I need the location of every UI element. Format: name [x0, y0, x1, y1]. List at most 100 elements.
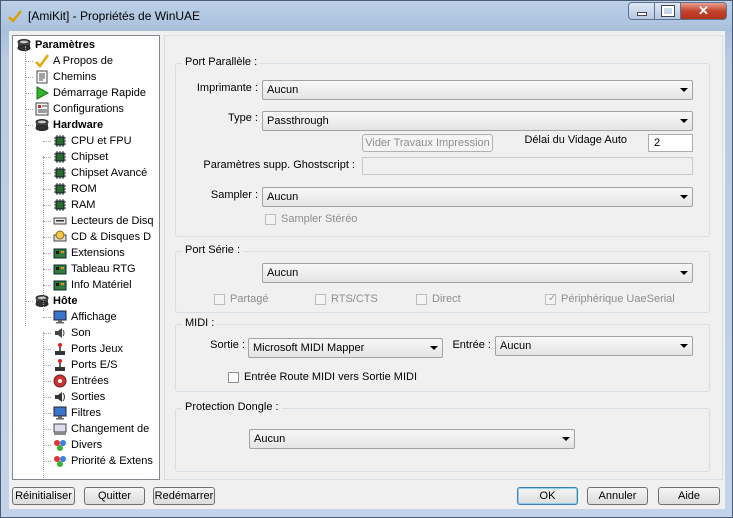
- tree-item-ram[interactable]: RAM: [53, 197, 95, 213]
- ok-button[interactable]: OK: [517, 487, 578, 505]
- tree-item-chemins[interactable]: Chemins: [35, 69, 96, 85]
- tree-item-cpu-et-fpu[interactable]: CPU et FPU: [53, 133, 132, 149]
- tree-item-label: Filtres: [71, 407, 101, 419]
- close-icon: ✕: [698, 3, 709, 18]
- tree-item-divers[interactable]: Divers: [53, 437, 102, 453]
- rts-cts-checkbox[interactable]: RTS/CTS: [315, 293, 378, 305]
- midi-out-select[interactable]: Microsoft MIDI Mapper: [248, 338, 443, 358]
- tree-root-parametres[interactable]: Paramètres: [17, 37, 95, 53]
- cd-drive-icon: [53, 230, 67, 244]
- type-select[interactable]: Passthrough: [262, 111, 693, 131]
- tree-connector: [43, 237, 51, 238]
- tree-item-tableau-rtg[interactable]: Tableau RTG: [53, 261, 136, 277]
- printer-select[interactable]: Aucun: [262, 80, 693, 100]
- serial-port-select[interactable]: Aucun: [262, 263, 693, 283]
- tree-item-ports-e-s[interactable]: Ports E/S: [53, 357, 117, 373]
- tree-item-sorties[interactable]: Sorties: [53, 389, 105, 405]
- tree-item-chipset[interactable]: Chipset: [53, 149, 108, 165]
- monitor-icon: [53, 310, 67, 324]
- tree-connector: [43, 285, 51, 286]
- restart-button[interactable]: Redémarrer: [153, 487, 215, 505]
- type-label: Type :: [228, 112, 258, 124]
- uae-serial-checkbox[interactable]: ✓ Périphérique UaeSerial: [545, 293, 675, 305]
- tree-item-info-materiel[interactable]: Info Matériel: [53, 277, 132, 293]
- direct-checkbox[interactable]: Direct: [416, 293, 461, 305]
- tree-item-label: A Propos de: [53, 55, 113, 67]
- maximize-button[interactable]: [655, 2, 681, 20]
- tree-item-lecteurs-de-disq[interactable]: Lecteurs de Disq: [53, 213, 154, 229]
- sampler-stereo-label: Sampler Stéréo: [281, 213, 358, 225]
- midi-in-select-value: Aucun: [500, 340, 532, 352]
- tree-item-demarrage-rapide[interactable]: Démarrage Rapide: [35, 85, 146, 101]
- checkbox-box: [265, 213, 276, 225]
- ghostscript-input[interactable]: [362, 157, 693, 175]
- checkbox-box: [315, 293, 326, 305]
- tree-item-label: ROM: [71, 183, 97, 195]
- dongle-select-value: Aucun: [254, 433, 286, 445]
- tree-item-changement-de[interactable]: Changement de: [53, 421, 149, 437]
- misc-icon: [53, 438, 67, 452]
- tree-connector: [43, 189, 51, 190]
- sampler-select[interactable]: Aucun: [262, 187, 693, 207]
- play-icon: [35, 86, 50, 100]
- output-icon: [53, 390, 67, 404]
- flush-jobs-button[interactable]: Vider Travaux Impression: [362, 134, 493, 152]
- tree-item-label: Ports Jeux: [71, 343, 123, 355]
- chevron-down-icon: [680, 344, 688, 348]
- disk-icon: [35, 118, 49, 132]
- close-button[interactable]: ✕: [681, 2, 727, 20]
- midi-in-label: Entrée :: [452, 339, 491, 351]
- tree-item-ports-jeux[interactable]: Ports Jeux: [53, 341, 123, 357]
- tree-item-hardware[interactable]: Hardware: [35, 117, 103, 133]
- quit-button[interactable]: Quitter: [84, 487, 145, 505]
- disk-icon: [17, 38, 31, 52]
- tree-item-extensions[interactable]: Extensions: [53, 245, 125, 261]
- tree-connector: [43, 157, 51, 158]
- tree-item-label: Configurations: [53, 103, 124, 115]
- tree-connector: [43, 349, 51, 350]
- reset-button[interactable]: Réinitialiser: [12, 487, 75, 505]
- tree-item-hote[interactable]: Hôte: [35, 293, 77, 309]
- tree-item-label: Chipset: [71, 151, 109, 163]
- tree-item-chipset-avance[interactable]: Chipset Avancé: [53, 165, 147, 181]
- tree-item-affichage[interactable]: Affichage: [53, 309, 117, 325]
- minimize-button[interactable]: [628, 2, 655, 20]
- tree-connector: [25, 301, 33, 302]
- title-bar[interactable]: [AmiKit] - Propriétés de WinUAE ✕: [1, 1, 732, 31]
- tree-item-label: Chemins: [53, 71, 97, 83]
- tree-item-priorite-extens[interactable]: Priorité & Extens: [53, 453, 153, 469]
- tree-connector: [43, 333, 51, 334]
- tree-connector: [25, 109, 33, 110]
- tree-item-label: Entrées: [71, 375, 109, 387]
- board-icon: [53, 278, 67, 292]
- tree-item-a-propos-de[interactable]: A Propos de: [35, 53, 113, 69]
- caption-buttons: ✕: [628, 2, 727, 22]
- tree-item-label: Sorties: [71, 391, 106, 403]
- config-icon: [35, 102, 49, 116]
- window: [AmiKit] - Propriétés de WinUAE ✕ Paramè…: [0, 0, 733, 518]
- printer-select-value: Aucun: [267, 84, 299, 96]
- shared-checkbox[interactable]: Partagé: [214, 293, 269, 305]
- help-button[interactable]: Aide: [658, 487, 720, 505]
- tree-item-rom[interactable]: ROM: [53, 181, 97, 197]
- board-icon: [53, 246, 67, 260]
- tree-connector: [43, 269, 51, 270]
- midi-in-select[interactable]: Aucun: [495, 336, 693, 356]
- tree-item-cd-disques-d[interactable]: CD & Disques D: [53, 229, 151, 245]
- tree-item-son[interactable]: Son: [53, 325, 91, 341]
- tree-item-entrees[interactable]: Entrées: [53, 373, 109, 389]
- tree-item-filtres[interactable]: Filtres: [53, 405, 101, 421]
- flush-delay-input[interactable]: 2: [648, 134, 693, 152]
- sampler-stereo-checkbox[interactable]: Sampler Stéréo: [265, 213, 357, 225]
- tree-item-label: CPU et FPU: [71, 135, 132, 147]
- tree-connector: [25, 125, 33, 126]
- dongle-select[interactable]: Aucun: [249, 429, 575, 449]
- settings-tree[interactable]: Paramètres A Propos de Chemins Démarrage Ra…: [12, 35, 160, 480]
- midi-route-checkbox[interactable]: Entrée Route MIDI vers Sortie MIDI: [228, 371, 417, 383]
- cancel-button[interactable]: Annuler: [587, 487, 648, 505]
- serial-port-select-value: Aucun: [267, 267, 299, 279]
- misc-icon: [53, 454, 67, 468]
- tree-item-configurations[interactable]: Configurations: [35, 101, 124, 117]
- tree-item-label: CD & Disques D: [71, 231, 152, 243]
- shared-label: Partagé: [230, 293, 269, 305]
